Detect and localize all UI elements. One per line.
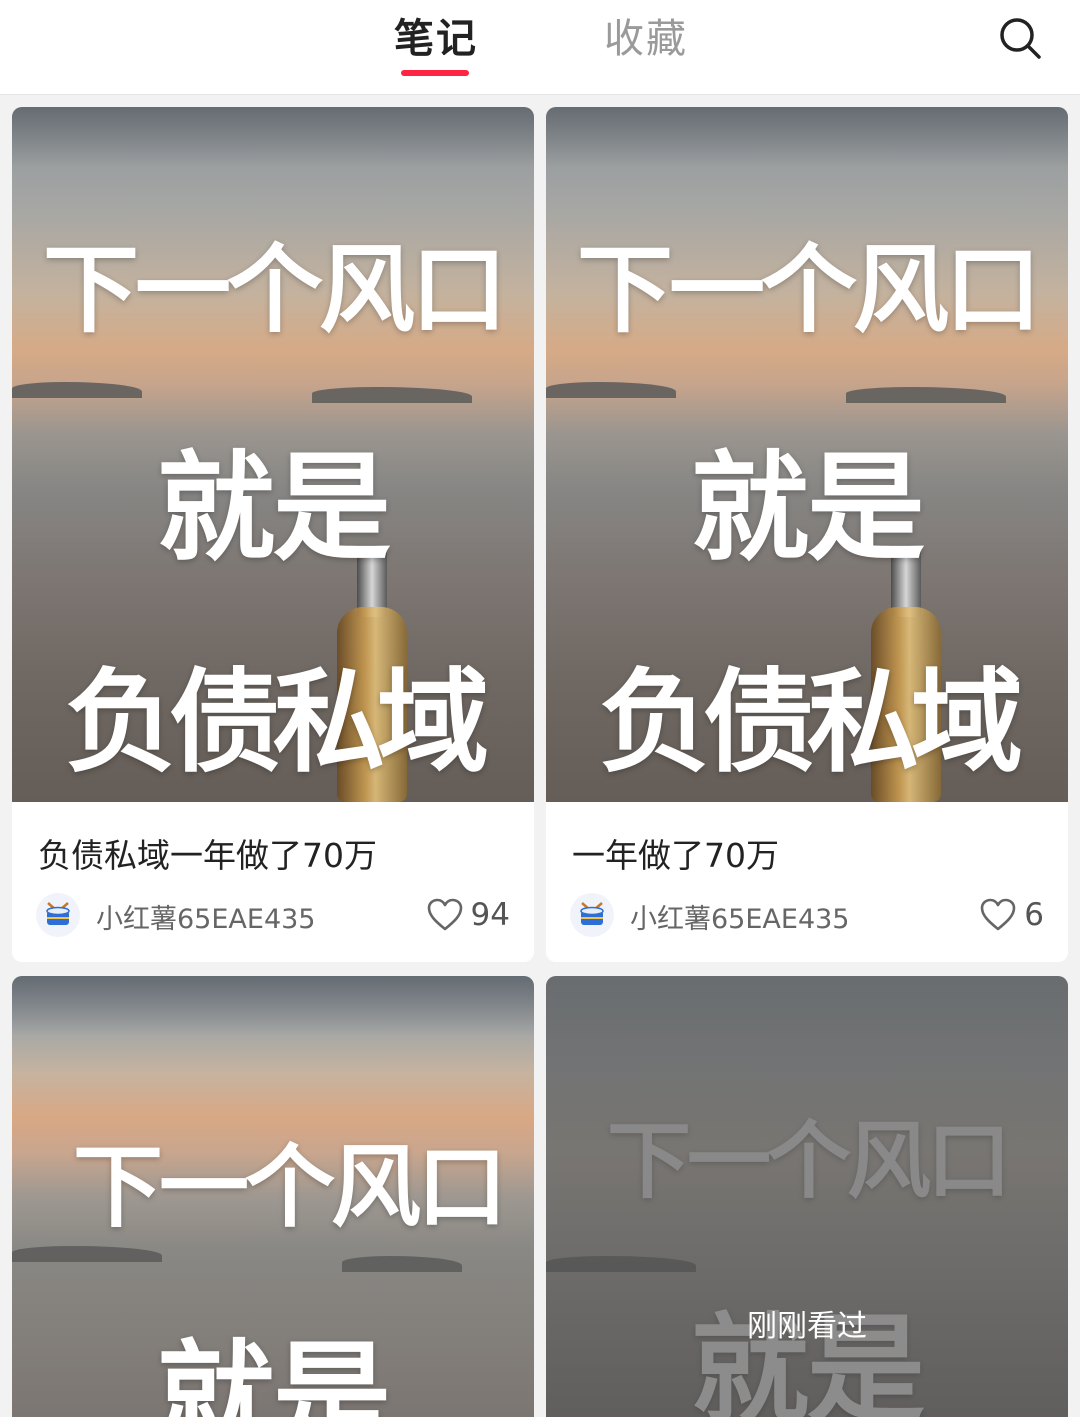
search-icon [1000,18,1041,59]
author-name[interactable]: 小红薯65EAE435 [630,897,849,936]
drum-icon [580,902,604,925]
heart-icon [980,898,1016,931]
cover-text-line-3: 负债私域 [599,658,1023,788]
note-cover-image: 下一个风口 就是 负债私域 [546,107,1068,802]
note-cover-image: 下一个风口 就是 刚刚看过 [546,976,1068,1417]
search-button[interactable] [996,14,1046,64]
avatar[interactable] [570,893,614,937]
tab-notes[interactable]: 笔记 [394,14,478,64]
like-count: 6 [1024,897,1044,933]
viewed-overlay [546,976,1068,1417]
note-title: 一年做了70万 [572,836,779,875]
tab-favorites[interactable]: 收藏 [604,14,688,64]
note-card[interactable]: 下一个风口 就是 负债私域 负债私域一年做了70万 小红薯65EAE435 94 [12,107,534,962]
recently-viewed-label: 刚刚看过 [747,1309,867,1344]
active-tab-indicator [401,70,469,76]
avatar[interactable] [36,893,80,937]
note-card[interactable]: 下一个风口 就是 负债私域 一年做了70万 小红薯65EAE435 6 [546,107,1068,962]
note-cover-image: 下一个风口 就是 负债私域 [12,107,534,802]
cover-text-line-1: 下一个风口 [577,234,1041,346]
cover-text-line-2: 就是 [156,439,391,577]
author-name[interactable]: 小红薯65EAE435 [96,897,315,936]
cover-text-line-3: 负债私域 [65,658,489,788]
like-count: 94 [470,897,510,933]
cover-text-line-2: 就是 [690,439,925,577]
cover-text-line-1: 下一个风口 [73,1135,507,1240]
cover-text-line-1: 下一个风口 [43,234,507,346]
note-meta: 小红薯65EAE435 6 [570,893,1044,937]
like-button[interactable]: 6 [980,893,1044,937]
note-card[interactable]: 下一个风口 就是 [12,976,534,1417]
note-card[interactable]: 下一个风口 就是 刚刚看过 [546,976,1068,1417]
top-bar: 笔记 收藏 [0,0,1080,95]
cover-text-line-2: 就是 [156,1328,391,1417]
note-cover-image: 下一个风口 就是 [12,976,534,1417]
like-button[interactable]: 94 [427,893,510,937]
note-title: 负债私域一年做了70万 [38,836,377,875]
heart-icon [427,898,462,931]
note-meta: 小红薯65EAE435 94 [36,893,510,937]
drum-icon [46,902,70,925]
